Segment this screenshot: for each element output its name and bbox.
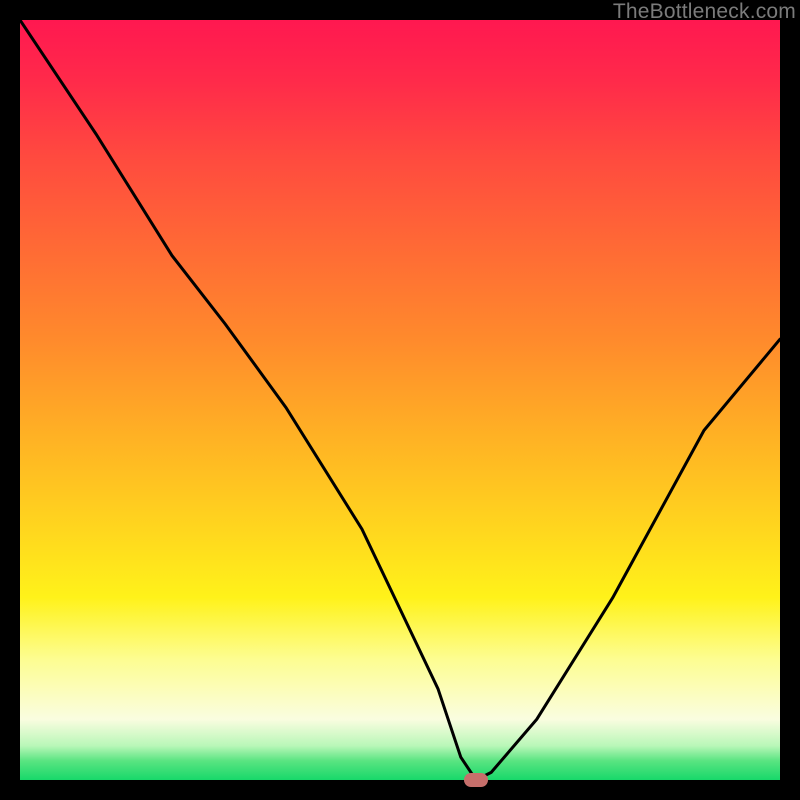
- bottleneck-curve-path: [20, 20, 780, 780]
- chart-plot-area: [20, 20, 780, 780]
- optimum-marker: [464, 773, 488, 787]
- chart-curve-layer: [20, 20, 780, 780]
